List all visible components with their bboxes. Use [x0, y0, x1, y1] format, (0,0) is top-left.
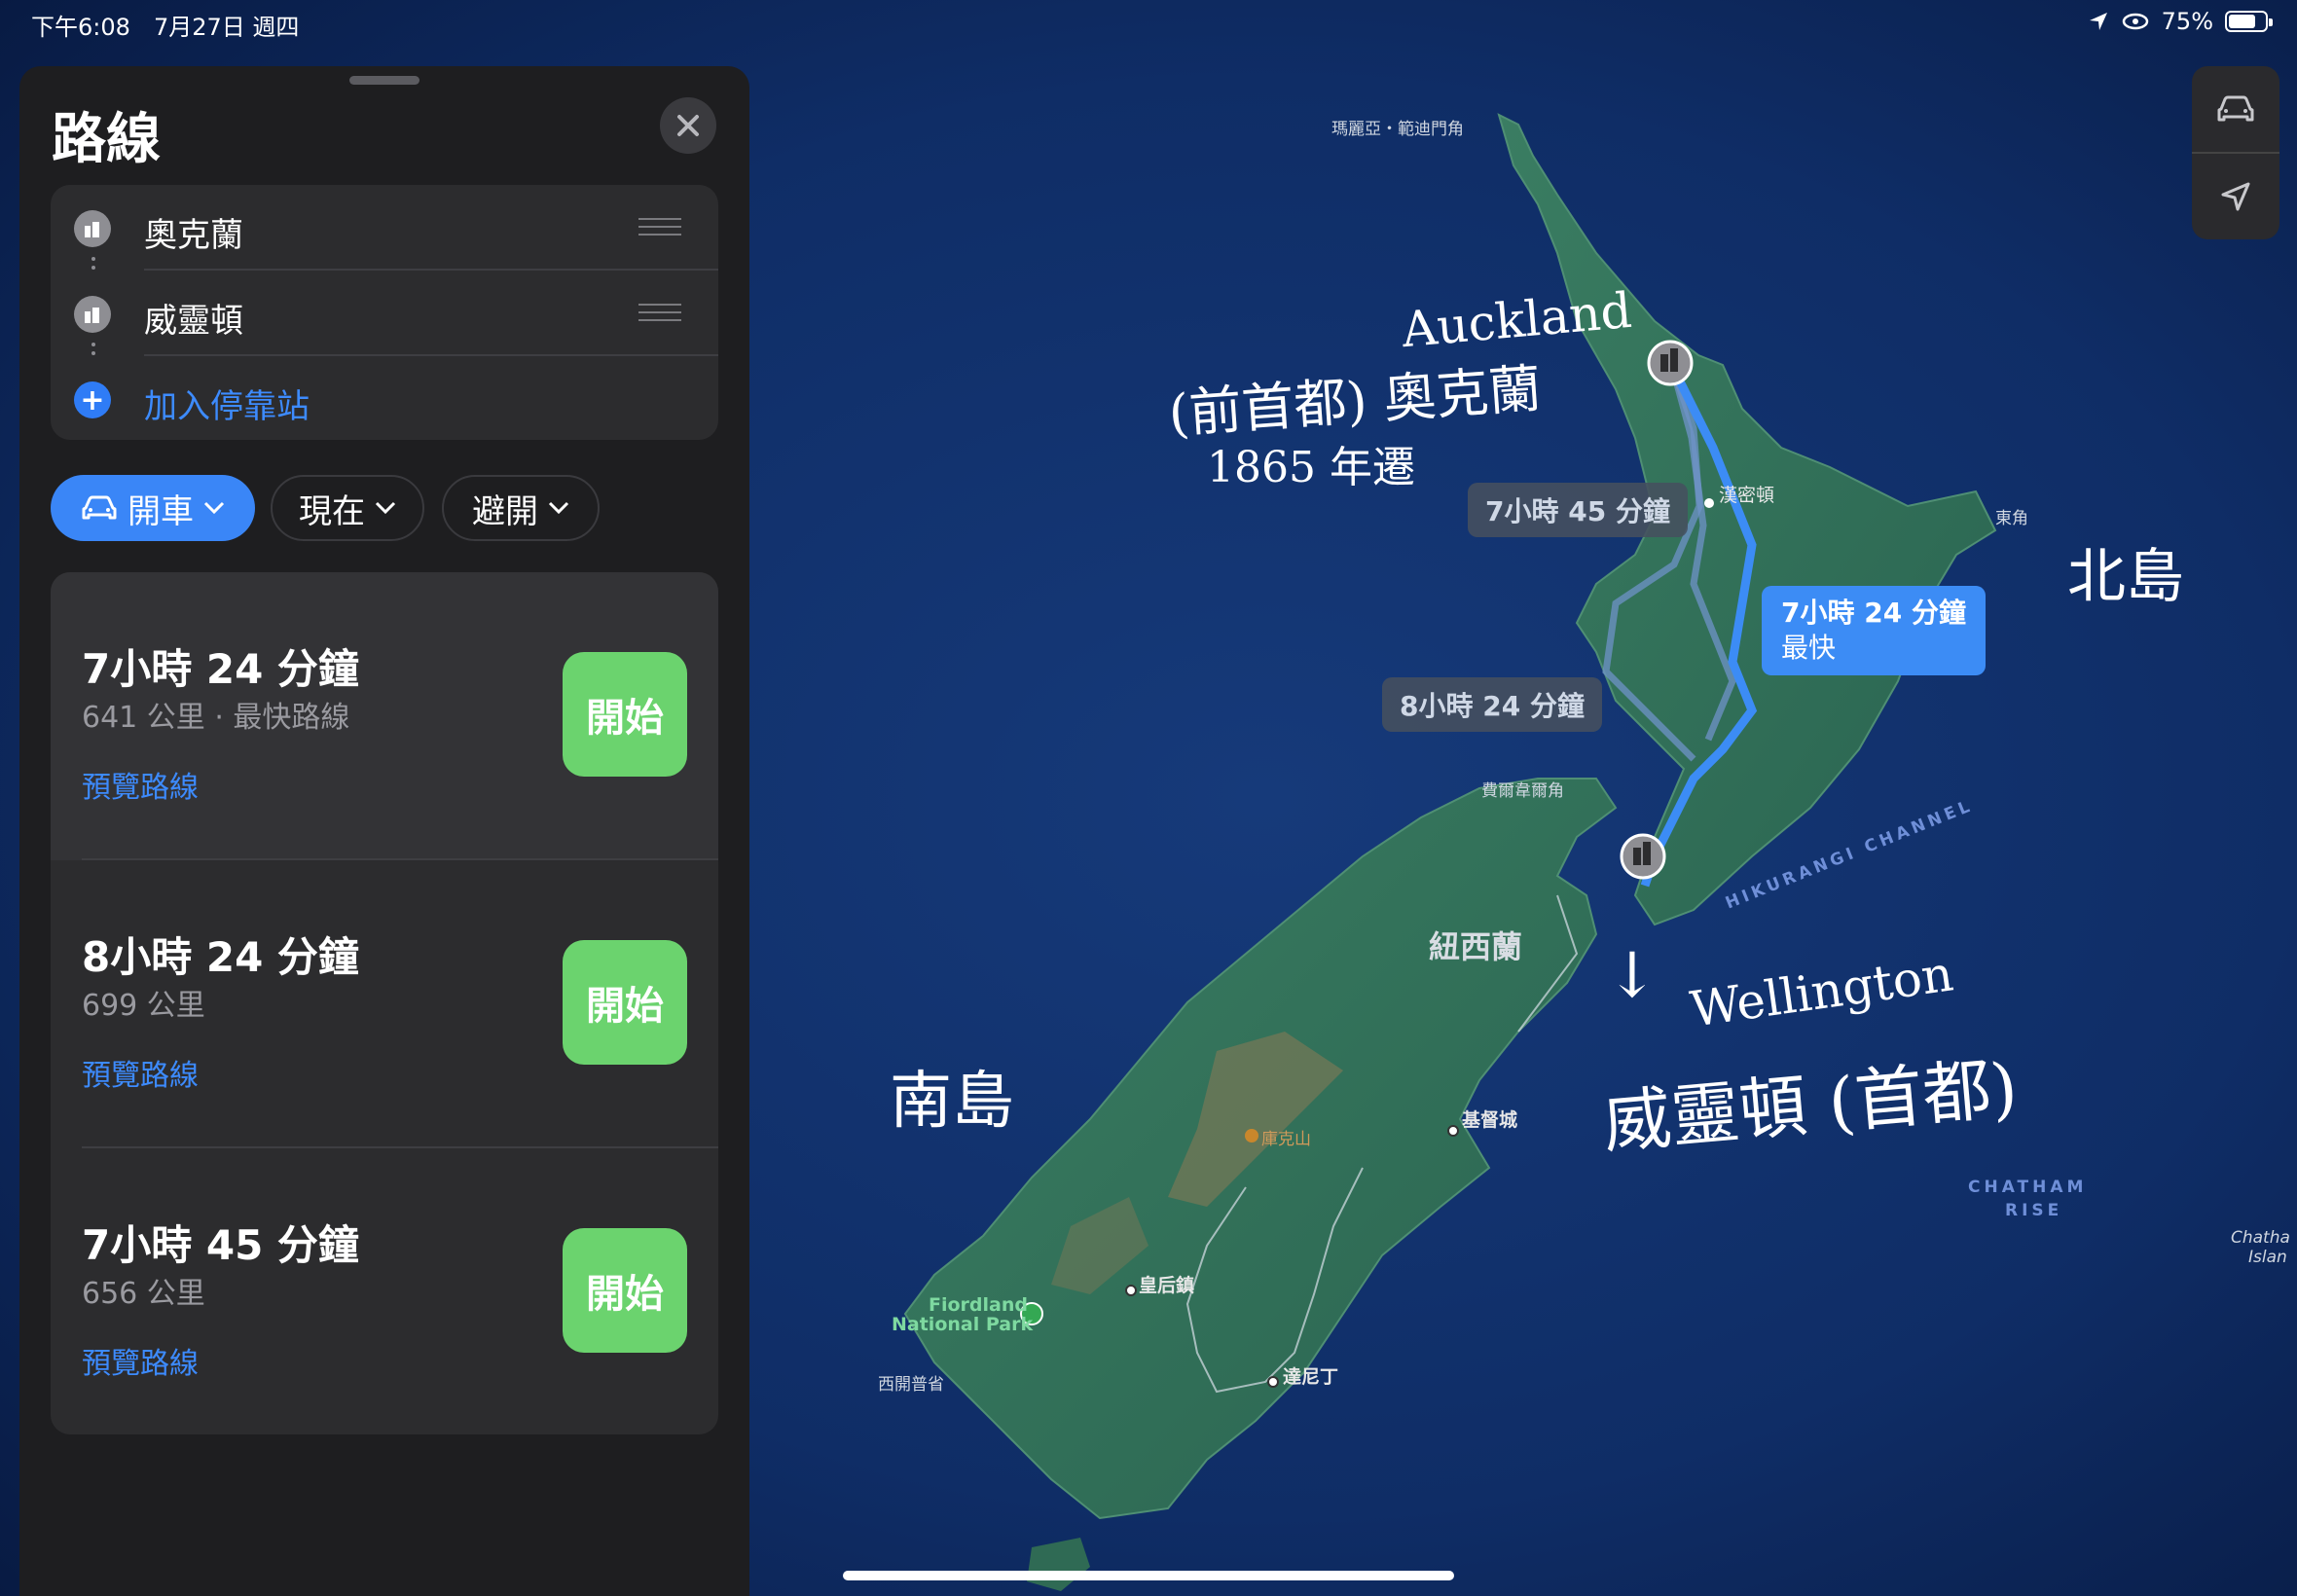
- handwriting-south-island: 南島: [890, 1066, 1014, 1138]
- label-mt-cook: 庫克山: [1261, 1130, 1311, 1149]
- route-time: 8小時 24 分鐘: [82, 933, 359, 981]
- preview-route-link[interactable]: 預覽路線: [82, 763, 199, 806]
- transport-mode-label: 開車: [128, 491, 194, 531]
- handwriting-arrow: ↓: [1606, 940, 1659, 1012]
- car-icon: [2217, 95, 2254, 122]
- handwriting-year: 1865 年遷: [1207, 443, 1415, 492]
- route-option-3[interactable]: 7小時 45 分鐘 656 公里 預覽路線 開始: [51, 1148, 718, 1434]
- current-location-button[interactable]: [2192, 154, 2279, 239]
- wellington-marker: [1620, 833, 1666, 880]
- chevron-down-icon: [203, 501, 225, 515]
- reorder-handle-icon[interactable]: [638, 218, 681, 237]
- label-chatham-1: CHATHAM: [1968, 1178, 2088, 1197]
- transport-mode-dropdown[interactable]: 開車: [51, 475, 255, 541]
- label-hamilton: 漢密頓: [1719, 485, 1775, 506]
- screen-mirroring-icon: [2122, 13, 2148, 30]
- route-callout-alt-2[interactable]: 8小時 24 分鐘: [1382, 677, 1602, 732]
- chevron-down-icon: [375, 501, 396, 515]
- route-time: 7小時 24 分鐘: [82, 645, 359, 693]
- label-chatham-2: RISE: [2005, 1201, 2063, 1220]
- start-button[interactable]: 開始: [563, 652, 687, 777]
- close-icon: [677, 115, 699, 136]
- stops-list: 奧克蘭 威靈頓 + 加入停靠站: [51, 185, 718, 440]
- label-fiordland-2: National Park: [892, 1314, 1034, 1335]
- chevron-down-icon: [548, 501, 569, 515]
- location-arrow-icon: [2221, 182, 2250, 211]
- label-chatham-islands-2: Islan: [2248, 1248, 2287, 1267]
- car-icon: [82, 495, 117, 520]
- route-callout-alt-1[interactable]: 7小時 45 分鐘: [1468, 483, 1688, 537]
- reorder-handle-icon[interactable]: [638, 304, 681, 323]
- route-meta: 641 公里 · 最快路線: [82, 701, 350, 735]
- directions-panel: 路線 奧克蘭 威靈頓 + 加入停靠站 開車 現在 避開 7小時 24 分鐘 64…: [19, 66, 749, 1596]
- preview-route-link[interactable]: 預覽路線: [82, 1051, 199, 1094]
- handwriting-north-island: 北島: [2067, 543, 2184, 611]
- city-icon: [74, 296, 111, 333]
- auckland-marker: [1647, 340, 1694, 386]
- panel-title: 路線: [52, 108, 161, 171]
- status-right: 75%: [2088, 8, 2273, 35]
- depart-time-dropdown[interactable]: 現在: [271, 475, 424, 541]
- panel-grabber[interactable]: [349, 76, 419, 85]
- start-button[interactable]: 開始: [563, 1228, 687, 1353]
- depart-time-label: 現在: [299, 491, 365, 531]
- status-bar: 下午6:08 7月27日 週四 75%: [0, 8, 2297, 41]
- label-dunedin: 達尼丁: [1283, 1366, 1339, 1388]
- stop-destination[interactable]: 威靈頓: [51, 271, 718, 356]
- label-east-cape: 東角: [1995, 509, 2028, 528]
- preview-route-link[interactable]: 預覽路線: [82, 1339, 199, 1382]
- map-controls: [2192, 66, 2279, 239]
- stop-origin-label: 奧克蘭: [144, 216, 243, 255]
- location-arrow-icon: [2089, 13, 2107, 30]
- route-option-1[interactable]: 7小時 24 分鐘 641 公里 · 最快路線 預覽路線 開始: [51, 572, 718, 860]
- label-cape-north: 瑪麗亞・範迪門角: [1331, 120, 1464, 139]
- route-meta: 699 公里: [82, 989, 205, 1023]
- label-west-cape: 西開普省: [878, 1375, 944, 1395]
- map-mode-button[interactable]: [2192, 66, 2279, 152]
- label-christchurch: 基督城: [1462, 1109, 1518, 1131]
- battery-icon: [2225, 11, 2273, 32]
- label-fiordland-1: Fiordland: [929, 1294, 1028, 1316]
- stop-destination-label: 威靈頓: [144, 302, 243, 341]
- close-button[interactable]: [660, 97, 716, 154]
- route-callout-fastest-tag: 最快: [1781, 632, 1837, 664]
- route-callout-fastest-time: 7小時 24 分鐘: [1781, 597, 1966, 629]
- route-meta: 656 公里: [82, 1277, 205, 1311]
- city-icon: [74, 210, 111, 247]
- stop-origin[interactable]: 奧克蘭: [51, 185, 718, 271]
- route-callout-fastest[interactable]: 7小時 24 分鐘 最快: [1762, 586, 1986, 675]
- routes-list: 7小時 24 分鐘 641 公里 · 最快路線 預覽路線 開始 8小時 24 分…: [51, 572, 718, 1434]
- add-stop-button[interactable]: + 加入停靠站: [51, 356, 718, 442]
- avoid-dropdown[interactable]: 避開: [442, 475, 600, 541]
- label-queenstown: 皇后鎮: [1139, 1275, 1195, 1296]
- label-cape-farewell: 費爾韋爾角: [1481, 781, 1564, 801]
- add-stop-label: 加入停靠站: [144, 387, 310, 426]
- label-chatham-islands-1: Chatha: [2231, 1228, 2290, 1248]
- status-date: 7月27日 週四: [154, 14, 300, 41]
- battery-percent: 75%: [2161, 8, 2213, 35]
- plus-icon: +: [74, 381, 111, 418]
- status-time: 下午6:08: [31, 14, 130, 41]
- avoid-label: 避開: [472, 491, 538, 531]
- route-option-2[interactable]: 8小時 24 分鐘 699 公里 預覽路線 開始: [51, 860, 718, 1148]
- home-indicator[interactable]: [843, 1571, 1454, 1580]
- route-time: 7小時 45 分鐘: [82, 1221, 359, 1269]
- label-new-zealand: 紐西蘭: [1429, 928, 1523, 965]
- start-button[interactable]: 開始: [563, 940, 687, 1065]
